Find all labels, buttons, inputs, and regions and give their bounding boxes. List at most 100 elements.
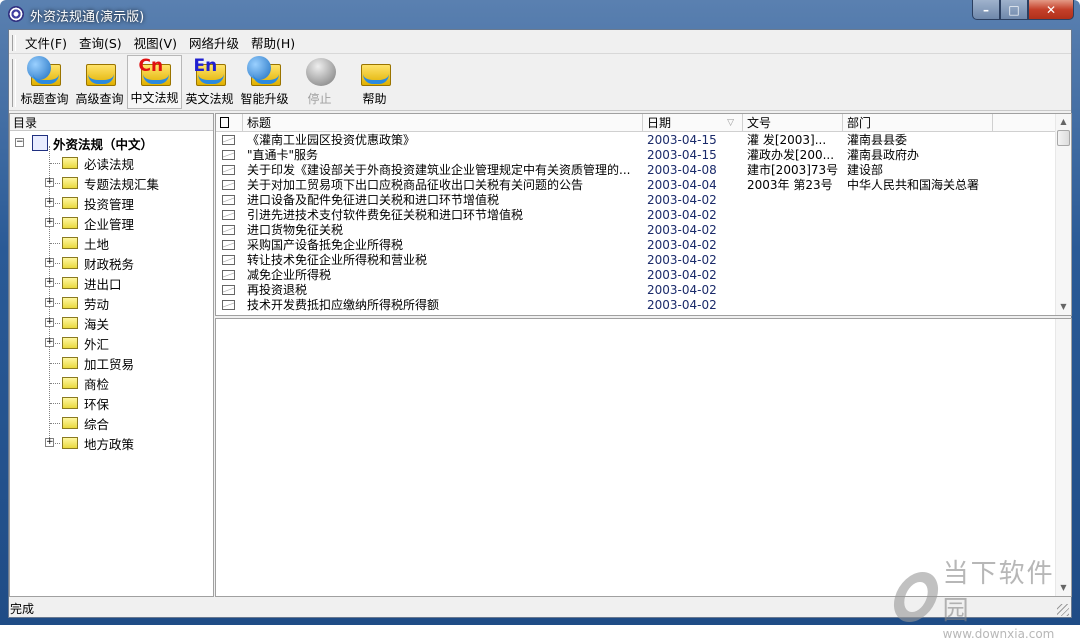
watermark-url: www.downxia.com	[942, 627, 1055, 641]
close-button[interactable]: ✕	[1028, 0, 1074, 20]
table-row[interactable]: 关于印发《建设部关于外商投资建筑业企业管理规定中有关资质管理的... 2003-0…	[216, 162, 1071, 177]
icon-lettering: En	[193, 56, 218, 76]
row-date: 2003-04-08	[647, 162, 717, 177]
tree-item[interactable]: 商检	[10, 373, 213, 393]
folder-icon	[62, 197, 78, 209]
tree-connector	[50, 363, 60, 364]
expand-icon[interactable]: +	[45, 438, 54, 447]
expand-icon[interactable]: +	[45, 198, 54, 207]
folder-icon	[62, 357, 78, 369]
expand-icon[interactable]: +	[45, 318, 54, 327]
expand-icon[interactable]: +	[45, 278, 54, 287]
menu-item-1[interactable]: 查询(S)	[73, 33, 128, 52]
envelope-icon	[222, 149, 235, 160]
envelope-icon	[222, 224, 235, 235]
tree-item[interactable]: + 财政税务	[10, 253, 213, 273]
column-docnum-label: 文号	[747, 116, 772, 130]
icon-lettering: Cn	[138, 56, 164, 76]
watermark-name: 当下软件园	[942, 559, 1055, 626]
toolbar-button-4[interactable]: 智能升级	[237, 55, 292, 109]
menu-item-3[interactable]: 网络升级	[183, 33, 245, 52]
row-date: 2003-04-02	[647, 237, 717, 252]
collapse-icon[interactable]: −	[15, 138, 24, 147]
toolbar-label: 智能升级	[240, 92, 289, 106]
column-header-docnum[interactable]: 文号	[743, 114, 843, 131]
tree-item-label: 地方政策	[84, 436, 135, 452]
table-row[interactable]: 再投资退税 2003-04-02	[216, 282, 1071, 297]
scroll-up-icon[interactable]: ▲	[1056, 114, 1071, 130]
tree-item[interactable]: + 海关	[10, 313, 213, 333]
table-row[interactable]: 关于对加工贸易项下出口应税商品征收出口关税有关问题的公告 2003-04-04 20…	[216, 177, 1071, 192]
expand-icon[interactable]: +	[45, 298, 54, 307]
tree-item[interactable]: + 进出口	[10, 273, 213, 293]
table-row[interactable]: 《灌南工业园区投资优惠政策》 2003-04-15 灌 发[2003]... 灌南县县…	[216, 132, 1071, 147]
table-row[interactable]: 采购国产设备抵免企业所得税 2003-04-02	[216, 237, 1071, 252]
title-bar[interactable]: 外资法规通(演示版) – □ ✕	[0, 0, 1080, 28]
tree-item[interactable]: + 投资管理	[10, 193, 213, 213]
tree-item[interactable]: + 地方政策	[10, 433, 213, 453]
toolbar-button-2[interactable]: Cn 中文法规	[127, 55, 182, 109]
maximize-button[interactable]: □	[1000, 0, 1028, 20]
menu-item-0[interactable]: 文件(F)	[19, 33, 73, 52]
expand-icon[interactable]: +	[45, 178, 54, 187]
toolbar-button-1[interactable]: 高级查询	[72, 55, 127, 109]
cn-folder-icon: Cn	[137, 56, 173, 87]
column-header-title[interactable]: 标题	[243, 114, 643, 131]
envelope-icon	[222, 194, 235, 205]
tree-item[interactable]: + 企业管理	[10, 213, 213, 233]
tree-item[interactable]: 必读法规	[10, 153, 213, 173]
table-row[interactable]: "直通卡"服务 2003-04-15 灌政办发[200... 灌南县政府办	[216, 147, 1071, 162]
table-row[interactable]: 进口设备及配件免征进口关税和进口环节增值税 2003-04-02	[216, 192, 1071, 207]
menu-bar: 文件(F) 查询(S) 视图(V) 网络升级 帮助(H)	[9, 32, 1071, 54]
tree-item[interactable]: + 专题法规汇集	[10, 173, 213, 193]
table-row[interactable]: 转让技术免征企业所得税和营业税 2003-04-02	[216, 252, 1071, 267]
column-date-label: 日期	[647, 116, 672, 130]
menu-item-4[interactable]: 帮助(H)	[245, 33, 301, 52]
tree-item[interactable]: + 外汇	[10, 333, 213, 353]
folder-icon	[62, 217, 78, 229]
expand-icon[interactable]: +	[45, 338, 54, 347]
toolbar-button-6[interactable]: 帮助	[347, 55, 402, 109]
minimize-button[interactable]: –	[972, 0, 1000, 20]
table-row[interactable]: 引进先进技术支付软件费免征关税和进口环节增值税 2003-04-02	[216, 207, 1071, 222]
folder-icon	[62, 257, 78, 269]
table-row[interactable]: 进口货物免征关税 2003-04-02	[216, 222, 1071, 237]
envelope-icon	[222, 134, 235, 145]
expand-icon[interactable]: +	[45, 218, 54, 227]
column-dept-label: 部门	[847, 116, 872, 130]
column-header-dept[interactable]: 部门	[843, 114, 993, 131]
row-date: 2003-04-02	[647, 282, 717, 297]
tree-item-label: 外汇	[84, 336, 110, 352]
folder-icon	[62, 157, 78, 169]
tree-item[interactable]: 环保	[10, 393, 213, 413]
list-scrollbar[interactable]: ▲ ▼	[1055, 114, 1071, 315]
tree-item[interactable]: 综合	[10, 413, 213, 433]
column-header-date[interactable]: 日期 ▽	[643, 114, 743, 131]
upgrade-globe-icon	[246, 56, 283, 88]
folder-icon	[62, 377, 78, 389]
envelope-icon	[222, 254, 235, 265]
toolbar-button-5[interactable]: 停止	[292, 55, 347, 109]
table-row[interactable]: 减免企业所得税 2003-04-02	[216, 267, 1071, 282]
folder-icon	[62, 297, 78, 309]
column-header-icon[interactable]	[216, 114, 243, 131]
table-row[interactable]: 技术开发费抵扣应缴纳所得税所得额 2003-04-02	[216, 297, 1071, 312]
tree-item[interactable]: + 劳动	[10, 293, 213, 313]
tree-item-label: 劳动	[84, 296, 110, 312]
scroll-thumb[interactable]	[1057, 130, 1070, 146]
tree-root[interactable]: − 外资法规（中文）	[10, 133, 213, 153]
toolbar-label: 高级查询	[75, 92, 124, 106]
tree-item[interactable]: 土地	[10, 233, 213, 253]
row-icon-cell	[216, 284, 243, 295]
expand-icon[interactable]: +	[45, 258, 54, 267]
toolbar-button-0[interactable]: 标题查询	[17, 55, 72, 109]
folder-icon	[62, 317, 78, 329]
scroll-down-icon[interactable]: ▼	[1056, 299, 1071, 315]
tree-item-label: 综合	[84, 416, 110, 432]
menu-item-2[interactable]: 视图(V)	[128, 33, 183, 52]
tree-item-label: 财政税务	[84, 256, 135, 272]
tree-item[interactable]: 加工贸易	[10, 353, 213, 373]
toolbar: 标题查询 高级查询 Cn 中文法规 En 英文法规 智能升级 停止 帮助	[9, 55, 1071, 111]
toolbar-button-3[interactable]: En 英文法规	[182, 55, 237, 109]
book-icon	[32, 135, 48, 151]
